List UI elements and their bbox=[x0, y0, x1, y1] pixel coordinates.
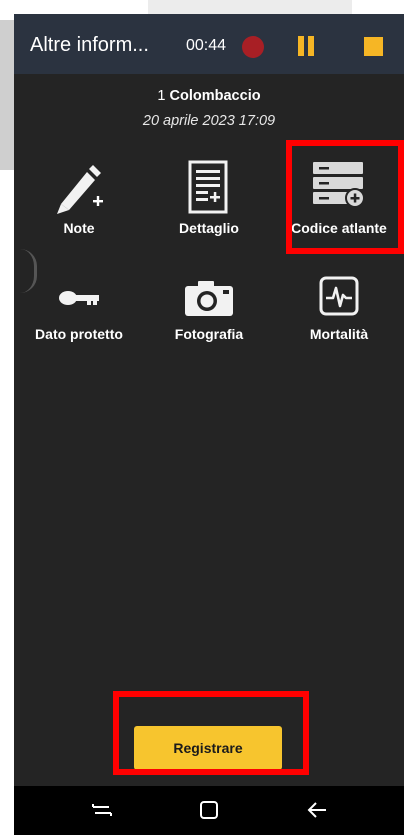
timer-display: 00:44 bbox=[186, 37, 227, 54]
page-title: Altre inform... bbox=[30, 34, 149, 56]
protected-data-label: Dato protetto bbox=[35, 326, 123, 342]
home-icon[interactable] bbox=[189, 794, 229, 826]
highlight-box-register bbox=[113, 691, 309, 775]
photo-label: Fotografia bbox=[174, 326, 244, 342]
species-line: 1 Colombaccio bbox=[14, 88, 404, 104]
mortality-label: Mortalità bbox=[309, 326, 369, 342]
protected-data-tile[interactable]: Dato protetto bbox=[14, 276, 144, 356]
mortality-tile[interactable]: Mortalità bbox=[274, 276, 404, 356]
observation-datetime: 20 aprile 2023 17:09 bbox=[142, 113, 276, 129]
species-name: Colombaccio bbox=[169, 88, 261, 104]
detail-tile[interactable]: Dettaglio bbox=[144, 154, 274, 254]
recent-apps-icon[interactable] bbox=[82, 794, 122, 826]
stop-button[interactable] bbox=[364, 37, 383, 56]
app-header: Altre inform... 00:44 bbox=[14, 14, 404, 74]
pause-button[interactable] bbox=[297, 36, 315, 56]
record-indicator-icon[interactable] bbox=[242, 36, 264, 58]
camera-icon bbox=[144, 278, 274, 318]
detail-label: Dettaglio bbox=[179, 220, 239, 236]
back-icon[interactable] bbox=[297, 794, 337, 826]
note-label: Note bbox=[63, 220, 95, 236]
key-icon bbox=[14, 284, 144, 312]
species-count: 1 bbox=[157, 88, 166, 104]
note-tile[interactable]: Note bbox=[14, 154, 144, 254]
background-strip-top bbox=[148, 0, 352, 14]
photo-tile[interactable]: Fotografia bbox=[144, 276, 274, 356]
background-strip-left bbox=[0, 20, 14, 170]
pencil-plus-icon bbox=[14, 160, 144, 216]
heart-monitor-icon bbox=[274, 276, 404, 316]
app-screen: Altre inform... 00:44 1 Colombaccio 20 a… bbox=[14, 14, 404, 835]
highlight-box-atlas-code bbox=[286, 140, 404, 254]
system-navbar bbox=[14, 786, 404, 835]
document-plus-icon bbox=[144, 160, 274, 216]
